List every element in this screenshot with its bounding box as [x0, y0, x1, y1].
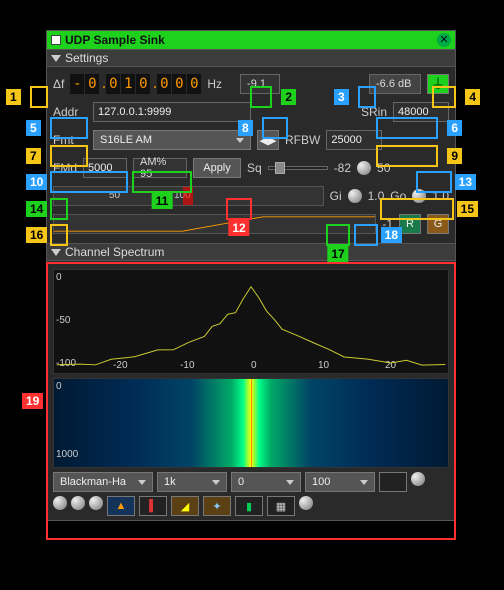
- window-select[interactable]: Blackman-Ha: [53, 472, 153, 492]
- fmt-select[interactable]: S16LE AM: [93, 130, 251, 150]
- row-addr: Addr 127.0.0.1:9999 SRin 48000: [53, 99, 449, 125]
- go-label: Go: [390, 189, 406, 203]
- addr-label: Addr: [53, 105, 87, 119]
- spectrum-trace: [54, 270, 448, 373]
- title-bar: UDP Sample Sink ✕: [47, 31, 455, 49]
- grid-icon[interactable]: ▦: [267, 496, 295, 516]
- power-readout: -9.1: [240, 74, 280, 94]
- gi-knob[interactable]: [348, 189, 362, 203]
- row-fmd: FMd 5000 AM% 95 Apply Sq -82 50: [53, 155, 449, 181]
- spectrum-body: 0 -50 -100 -20 -10 0 10 20 0 1000 Blackm…: [47, 261, 455, 520]
- freq-unit: Hz: [207, 77, 222, 91]
- fmt-label: Fmt: [53, 133, 87, 147]
- addr-field[interactable]: 127.0.0.1:9999: [93, 102, 251, 122]
- spectrum-plot[interactable]: 0 -50 -100 -20 -10 0 10 20: [53, 269, 449, 374]
- gi-val: 1.0: [368, 189, 385, 203]
- knob-4[interactable]: [299, 496, 313, 510]
- panel: UDP Sample Sink ✕ Settings Δf - 0 . 0 1 …: [46, 30, 456, 521]
- knob-1[interactable]: [53, 496, 67, 510]
- settings-label: Settings: [65, 51, 108, 65]
- window-menu-icon[interactable]: [51, 35, 61, 45]
- slope-val: -1: [382, 217, 393, 231]
- gi-label: Gi: [330, 189, 342, 203]
- settings-header[interactable]: Settings: [47, 49, 455, 67]
- close-icon[interactable]: ✕: [437, 33, 451, 47]
- r-button[interactable]: R: [399, 214, 421, 234]
- atten-readout: -6.6 dB: [369, 74, 421, 94]
- waterfall-plot[interactable]: 0 1000: [53, 378, 449, 468]
- spectrum-header[interactable]: Channel Spectrum: [47, 243, 455, 261]
- delta-f-label: Δf: [53, 77, 64, 91]
- row-freq: Δf - 0 . 0 1 0 . 0 0 0 Hz -9.1 -6.6 dB ⏚: [53, 71, 449, 97]
- intensity-knob[interactable]: [411, 472, 425, 486]
- apply-button[interactable]: Apply: [193, 158, 241, 178]
- spectrum-toolbar-2: ▲ ▌ ◢ ✦ ▮ ▦: [53, 496, 449, 516]
- sq-slider[interactable]: [268, 166, 328, 170]
- waterfall-cursor-icon[interactable]: ✦: [203, 496, 231, 516]
- chevron-down-icon: [51, 249, 61, 256]
- go-val: 1.0: [432, 189, 449, 203]
- knob-2[interactable]: [71, 496, 85, 510]
- sq-gate-knob[interactable]: [357, 161, 371, 175]
- spectrum-peak-icon[interactable]: ▲: [107, 496, 135, 516]
- row-ruler: 50 100 Gi 1.0 Go 1.0: [53, 183, 449, 209]
- clear-button[interactable]: [379, 472, 407, 492]
- center-marker: [183, 187, 193, 205]
- rfbw-field[interactable]: 25000: [326, 130, 382, 150]
- slope-display[interactable]: [53, 214, 376, 234]
- spectrum-fill-icon[interactable]: ◢: [171, 496, 199, 516]
- chevron-down-icon: [51, 55, 61, 62]
- knob-3[interactable]: [89, 496, 103, 510]
- waterfall-center: [251, 379, 252, 467]
- go-knob[interactable]: [412, 189, 426, 203]
- row-slope: -1 R G: [53, 211, 449, 237]
- fmd-field[interactable]: 5000: [83, 158, 127, 178]
- waterfall-icon[interactable]: ▮: [235, 496, 263, 516]
- window-title: UDP Sample Sink: [65, 33, 433, 47]
- sq-label: Sq: [247, 161, 262, 175]
- fmd-label: FMd: [53, 161, 77, 175]
- spectrum-toolbar-1: Blackman-Ha 1k 0 100: [53, 472, 449, 492]
- freq-digits[interactable]: - 0 . 0 1 0 . 0 0 0: [70, 74, 201, 94]
- g-button[interactable]: G: [427, 214, 449, 234]
- srin-field[interactable]: 48000: [393, 102, 449, 122]
- rfbw-label: RFBW: [285, 133, 320, 147]
- sq-gate: 50: [377, 161, 390, 175]
- mono-stereo-button[interactable]: ◀▶: [257, 130, 279, 150]
- settings-body: Δf - 0 . 0 1 0 . 0 0 0 Hz -9.1 -6.6 dB ⏚…: [47, 67, 455, 243]
- averaging-select[interactable]: 0: [231, 472, 301, 492]
- row-fmt: Fmt S16LE AM ◀▶ RFBW 25000: [53, 127, 449, 153]
- spectrum-label: Channel Spectrum: [65, 245, 164, 259]
- histogram-icon[interactable]: ▌: [139, 496, 167, 516]
- fft-size-select[interactable]: 1k: [157, 472, 227, 492]
- antenna-button[interactable]: ⏚: [427, 74, 449, 94]
- sq-db: -82: [334, 161, 351, 175]
- srin-label: SRin: [361, 105, 387, 119]
- freq-sign[interactable]: -: [70, 74, 84, 94]
- am-pct: AM% 95: [133, 158, 187, 178]
- ref-select[interactable]: 100: [305, 472, 375, 492]
- channel-ruler[interactable]: 50 100: [53, 186, 324, 206]
